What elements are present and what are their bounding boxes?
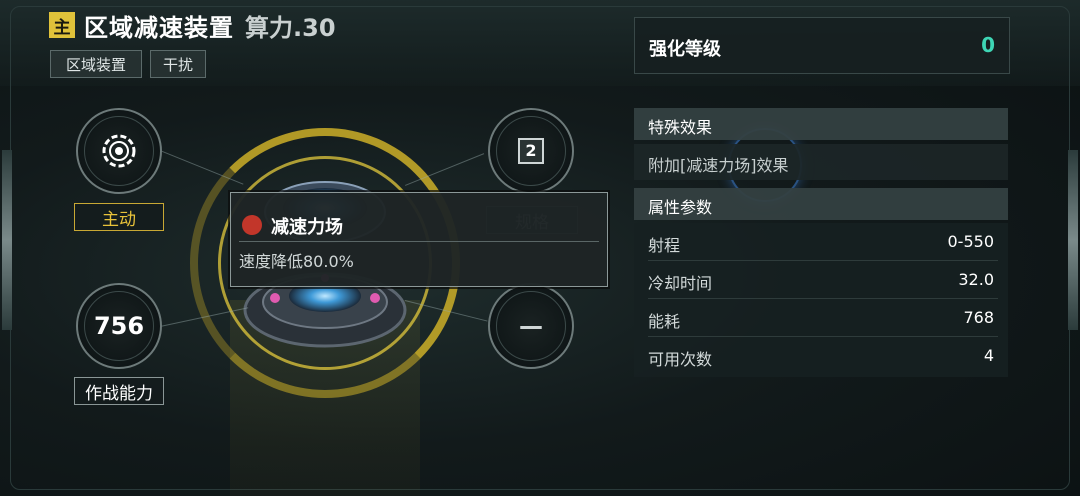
- spec-node[interactable]: 2: [488, 108, 574, 194]
- enhance-label: 强化等级: [649, 39, 721, 60]
- tag-interference: 干扰: [150, 50, 206, 78]
- right-rail: [1068, 150, 1078, 330]
- attribute-key: 射程: [648, 236, 681, 255]
- power-value: 756: [93, 312, 145, 340]
- main-badge: 主: [49, 12, 75, 38]
- attribute-value: 768: [963, 308, 994, 327]
- attribute-key: 可用次数: [648, 350, 713, 369]
- item-title: 区域减速装置: [84, 14, 234, 42]
- target-reticle-icon: [102, 134, 136, 168]
- tag-zone-device: 区域装置: [50, 50, 142, 78]
- slow-field-icon: [242, 215, 262, 235]
- effect-tooltip: 减速力场 速度降低80.0%: [230, 192, 608, 287]
- attribute-row: 可用次数 4: [634, 337, 1008, 377]
- attribute-key: 冷却时间: [648, 274, 713, 293]
- attribute-key: 能耗: [648, 312, 681, 331]
- attribute-row: 射程 0-550: [634, 223, 1008, 261]
- enhance-level-box: 强化等级 0: [634, 17, 1010, 74]
- compute-cost: 算力.30: [245, 14, 336, 42]
- special-effect-heading: 特殊效果: [634, 108, 1008, 140]
- mode-label: 主动: [74, 203, 164, 231]
- attribute-row: 能耗 768: [634, 299, 1008, 337]
- special-effect-row: 附加[减速力场]效果: [634, 144, 1008, 180]
- power-label: 作战能力: [74, 377, 164, 405]
- tooltip-description: 速度降低80.0%: [239, 252, 354, 271]
- tooltip-divider: [239, 241, 599, 242]
- spec-value: 2: [518, 138, 544, 164]
- tooltip-title: 减速力场: [271, 217, 343, 238]
- enhance-value: 0: [981, 33, 995, 57]
- special-effect-heading-text: 特殊效果: [648, 118, 713, 137]
- attribute-value: 32.0: [958, 270, 994, 289]
- mode-node[interactable]: [76, 108, 162, 194]
- empty-node[interactable]: —: [488, 283, 574, 369]
- left-rail: [2, 150, 12, 330]
- attributes-heading-text: 属性参数: [648, 198, 713, 217]
- attribute-value: 4: [983, 346, 994, 365]
- power-node[interactable]: 756: [76, 283, 162, 369]
- empty-value: —: [519, 312, 543, 340]
- attribute-value: 0-550: [947, 232, 995, 251]
- attributes-heading: 属性参数: [634, 188, 1008, 220]
- attribute-row: 冷却时间 32.0: [634, 261, 1008, 299]
- special-effect-text: 附加[减速力场]效果: [648, 156, 789, 175]
